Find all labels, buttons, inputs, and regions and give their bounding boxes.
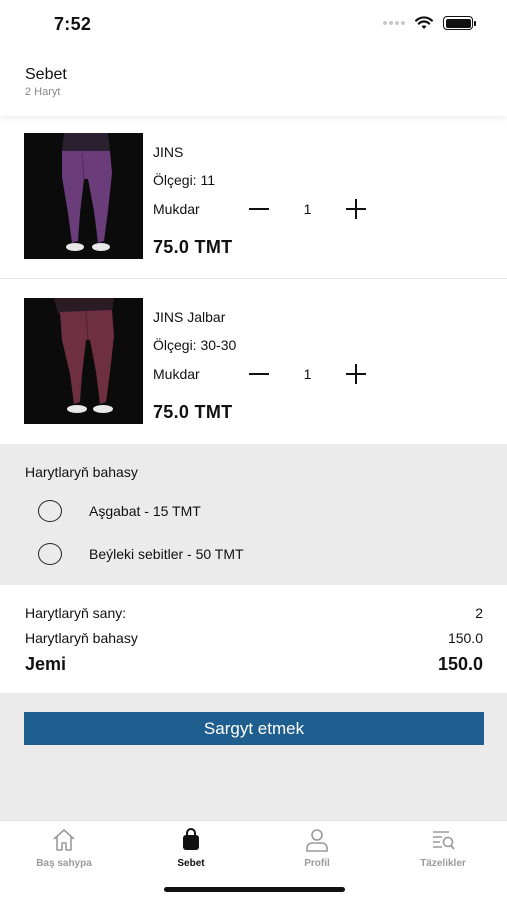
increase-quantity-button[interactable] xyxy=(345,198,367,220)
tab-label: Sebet xyxy=(177,858,205,869)
delivery-option-other-regions[interactable]: Beýleki sebitler - 50 TMT xyxy=(38,543,244,565)
quantity-label: Mukdar xyxy=(153,366,200,382)
news-search-icon xyxy=(433,831,455,850)
quantity-stepper: Mukdar 1 xyxy=(153,199,367,219)
order-summary: Harytlaryň sany: 2 Harytlaryň bahasy 150… xyxy=(0,585,507,693)
place-order-button[interactable]: Sargyt etmek xyxy=(24,712,484,745)
cart-item: JINS Jalbar Ölçegi: 30-30 Mukdar 1 75.0 … xyxy=(0,295,507,430)
minus-icon xyxy=(249,373,269,375)
wifi-icon xyxy=(415,16,433,29)
delivery-option-label: Aşgabat - 15 TMT xyxy=(89,503,201,519)
delivery-options: Harytlaryň bahasy Aşgabat - 15 TMT Beýle… xyxy=(0,444,507,585)
item-price: 75.0 TMT xyxy=(153,237,233,257)
home-indicator[interactable] xyxy=(164,887,345,892)
signal-icon xyxy=(383,21,405,25)
summary-total-label: Jemi xyxy=(25,654,67,674)
tab-label: Profil xyxy=(304,858,330,869)
summary-price-row: Harytlaryň bahasy 150.0 xyxy=(25,630,483,646)
bag-icon xyxy=(183,828,199,850)
tab-home[interactable]: Baş sahypa xyxy=(14,827,114,869)
tab-news[interactable]: Täzelikler xyxy=(393,827,493,869)
quantity-stepper: Mukdar 1 xyxy=(153,364,367,384)
summary-total-value: 150.0 xyxy=(437,654,483,674)
quantity-value: 1 xyxy=(303,201,312,217)
tab-label: Baş sahypa xyxy=(36,858,92,869)
quantity-value: 1 xyxy=(303,366,312,382)
radio-button[interactable] xyxy=(38,543,62,565)
decrease-quantity-button[interactable] xyxy=(248,363,270,385)
tab-cart[interactable]: Sebet xyxy=(141,827,241,869)
summary-count-label: Harytlaryň sany: xyxy=(25,605,127,621)
item-info: JINS Ölçegi: 11 Mukdar 1 75.0 TMT xyxy=(153,144,367,258)
home-icon xyxy=(53,829,75,851)
delivery-option-ashgabat[interactable]: Aşgabat - 15 TMT xyxy=(38,500,201,522)
delivery-option-label: Beýleki sebitler - 50 TMT xyxy=(89,546,244,562)
product-image[interactable] xyxy=(24,133,143,259)
cart-item: JINS Ölçegi: 11 Mukdar 1 75.0 TMT xyxy=(0,130,507,279)
order-area: Sargyt etmek xyxy=(0,693,507,820)
radio-button[interactable] xyxy=(38,500,62,522)
summary-count-row: Harytlaryň sany: 2 xyxy=(25,605,483,621)
item-size: Ölçegi: 30-30 xyxy=(153,337,237,353)
item-name: JINS Jalbar xyxy=(153,309,226,325)
item-info: JINS Jalbar Ölçegi: 30-30 Mukdar 1 75.0 … xyxy=(153,309,367,423)
quantity-label: Mukdar xyxy=(153,201,200,217)
page-title: Sebet xyxy=(25,66,67,83)
minus-icon xyxy=(249,208,269,210)
summary-total-row: Jemi 150.0 xyxy=(25,654,483,675)
item-size: Ölçegi: 11 xyxy=(153,172,215,188)
tab-profile[interactable]: Profil xyxy=(267,827,367,869)
battery-icon xyxy=(443,16,476,30)
product-image[interactable] xyxy=(24,298,143,424)
status-bar: 7:52 xyxy=(0,0,507,50)
summary-price-value: 150.0 xyxy=(447,630,483,646)
person-icon xyxy=(306,829,328,852)
tab-label: Täzelikler xyxy=(420,858,466,869)
item-price: 75.0 TMT xyxy=(153,402,233,422)
item-count-subtitle: 2 Haryt xyxy=(25,86,61,98)
bottom-tab-bar: Baş sahypa Sebet Profil Täzelikler xyxy=(0,820,507,900)
summary-price-label: Harytlaryň bahasy xyxy=(25,630,138,646)
summary-count-value: 2 xyxy=(475,605,483,621)
item-name: JINS xyxy=(153,144,184,160)
status-time: 7:52 xyxy=(54,14,92,34)
page-header: Sebet 2 Haryt xyxy=(0,60,507,116)
delivery-title: Harytlaryň bahasy xyxy=(25,464,138,480)
decrease-quantity-button[interactable] xyxy=(248,198,270,220)
status-icons xyxy=(383,16,476,30)
increase-quantity-button[interactable] xyxy=(345,363,367,385)
